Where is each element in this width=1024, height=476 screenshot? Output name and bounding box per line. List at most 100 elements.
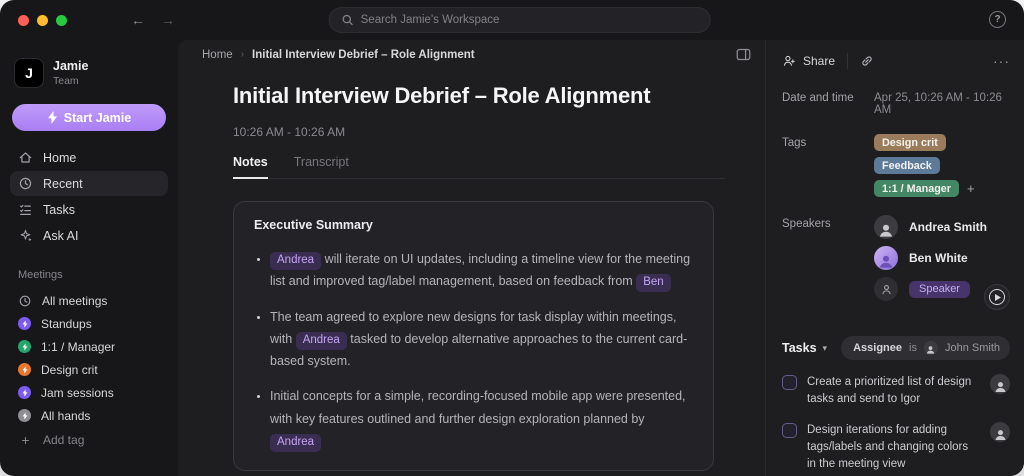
avatar (990, 374, 1010, 394)
speaker-name: Andrea Smith (909, 220, 987, 234)
sidebar-item-standups[interactable]: Standups (10, 312, 168, 335)
sidebar-item-label: 1:1 / Manager (41, 340, 115, 354)
clock-icon (18, 176, 33, 191)
back-button[interactable]: ← (131, 13, 145, 27)
workspace-search[interactable] (329, 7, 711, 33)
toggle-side-panel-button[interactable] (736, 48, 751, 61)
sidebar-item-label: All meetings (42, 294, 107, 308)
help-button[interactable]: ? (989, 11, 1006, 28)
tag-color-dot (18, 386, 31, 399)
sidebar-item-jam-sessions[interactable]: Jam sessions (10, 381, 168, 404)
tasks-section: Tasks ▾ Assignee is John Smith Create a … (766, 322, 1024, 476)
sidebar-item-1-1-manager[interactable]: 1:1 / Manager (10, 335, 168, 358)
sidebar-item-label: Home (43, 151, 76, 165)
sidebar-item-tasks[interactable]: Tasks (10, 197, 168, 222)
more-options-button[interactable]: ··· (993, 58, 1010, 65)
search-icon (342, 14, 354, 26)
lightning-icon (22, 389, 28, 397)
sidebar-item-all-hands[interactable]: All hands (10, 404, 168, 427)
minimize-window-button[interactable] (37, 15, 48, 26)
summary-bullet: Initial concepts for a simple, recording… (270, 385, 693, 452)
sidebar-item-home[interactable]: Home (10, 145, 168, 170)
share-label: Share (803, 54, 835, 68)
summary-bullet: The team agreed to explore new designs f… (270, 306, 693, 373)
assignee-filter[interactable]: Assignee is John Smith (841, 336, 1010, 360)
lightning-icon (22, 412, 28, 420)
sidebar-item-design-crit[interactable]: Design crit (10, 358, 168, 381)
tab-transcript[interactable]: Transcript (294, 155, 349, 178)
copy-link-button[interactable] (860, 54, 874, 68)
forward-button[interactable]: → (161, 13, 175, 27)
workspace-subtitle: Team (53, 75, 88, 87)
speaker-name: Ben White (909, 251, 968, 265)
details-panel: Share ··· Date and time Apr 25, 10:26 AM… (765, 40, 1024, 476)
sidebar-item-label: Standups (41, 317, 92, 331)
person-badge[interactable]: Ben (636, 274, 670, 292)
maximize-window-button[interactable] (56, 15, 67, 26)
history-nav: ← → (131, 13, 175, 27)
meeting-time-range: 10:26 AM - 10:26 AM (233, 125, 725, 139)
person-badge[interactable]: Andrea (296, 332, 347, 350)
workspace-avatar: J (14, 58, 44, 88)
checklist-icon (18, 202, 33, 217)
meetings-section-label: Meetings (18, 269, 160, 281)
tag-color-dot (18, 340, 31, 353)
sidebar-item-all-meetings[interactable]: All meetings (10, 289, 168, 312)
sidebar-item-label: Ask AI (43, 229, 78, 243)
tag-pill-design-crit[interactable]: Design crit (874, 134, 946, 151)
speaker-row: Ben White (874, 246, 1014, 270)
breadcrumb-home-link[interactable]: Home (202, 49, 233, 61)
summary-heading: Executive Summary (254, 218, 693, 232)
add-tag-label: Add tag (43, 433, 84, 447)
person-badge[interactable]: Andrea (270, 434, 321, 452)
start-jamie-button[interactable]: Start Jamie (12, 104, 166, 131)
chevron-right-icon: › (241, 49, 244, 60)
person-add-icon (782, 54, 796, 68)
tag-color-dot (18, 363, 31, 376)
lightning-icon (22, 320, 28, 328)
summary-bullet: Andrea will iterate on UI updates, inclu… (270, 248, 693, 293)
speaker-row: Andrea Smith (874, 215, 1014, 239)
sidebar-item-ask-ai[interactable]: Ask AI (10, 223, 168, 248)
sidebar-item-recent[interactable]: Recent (10, 171, 168, 196)
tag-color-dot (18, 317, 31, 330)
filter-operator: is (909, 342, 917, 354)
content-panel: Home › Initial Interview Debrief – Role … (178, 40, 1024, 476)
workspace-profile[interactable]: J Jamie Team (10, 54, 168, 88)
page-title: Initial Interview Debrief – Role Alignme… (233, 83, 725, 109)
tags-list: Design crit Feedback 1:1 / Manager + (874, 134, 1010, 197)
avatar (874, 215, 898, 239)
lightning-icon (47, 111, 58, 124)
add-tag-button[interactable]: + (965, 181, 977, 196)
window-titlebar: ← → ? (0, 0, 1024, 40)
filter-field: Assignee (853, 342, 902, 354)
task-checkbox[interactable] (782, 375, 797, 390)
add-tag-button[interactable]: + Add tag (10, 427, 168, 452)
tag-pill-feedback[interactable]: Feedback (874, 157, 940, 174)
workspace-name: Jamie (53, 59, 88, 75)
tags-label: Tags (782, 134, 874, 197)
notes-transcript-tabs: Notes Transcript (233, 155, 725, 179)
task-text: Design iterations for adding tags/labels… (807, 422, 978, 474)
share-button[interactable]: Share (782, 54, 835, 68)
link-icon (860, 54, 874, 68)
play-icon (995, 294, 1001, 301)
home-icon (18, 150, 33, 165)
close-window-button[interactable] (18, 15, 29, 26)
tasks-heading[interactable]: Tasks (782, 341, 817, 355)
avatar (990, 422, 1010, 442)
tab-notes[interactable]: Notes (233, 155, 268, 179)
date-time-value: Apr 25, 10:26 AM - 10:26 AM (874, 89, 1010, 116)
divider (847, 53, 848, 69)
search-input[interactable] (361, 14, 698, 26)
person-badge[interactable]: Andrea (270, 252, 321, 270)
tag-pill-manager[interactable]: 1:1 / Manager (874, 180, 959, 197)
clock-icon (18, 294, 32, 308)
sidebar-item-label: Recent (43, 177, 83, 191)
task-checkbox[interactable] (782, 423, 797, 438)
chevron-down-icon[interactable]: ▾ (823, 343, 828, 354)
sidebar-item-label: Jam sessions (41, 386, 114, 400)
summary-bullet-list: Andrea will iterate on UI updates, inclu… (270, 248, 693, 452)
play-recording-button[interactable] (984, 284, 1010, 310)
main-column: Home › Initial Interview Debrief – Role … (178, 40, 765, 476)
